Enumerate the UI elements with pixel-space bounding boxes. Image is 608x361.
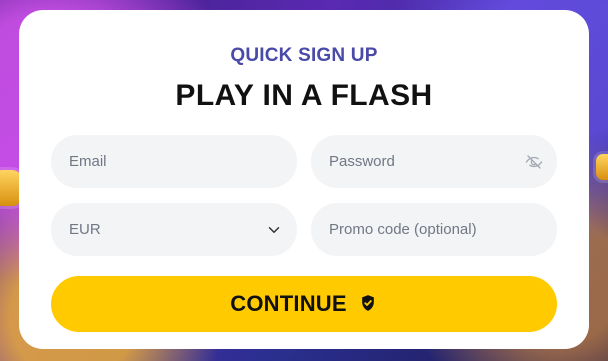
decorative-coin-right (596, 154, 608, 180)
email-field[interactable] (51, 135, 297, 188)
email-input[interactable] (51, 135, 297, 188)
currency-select[interactable]: EUR (51, 203, 297, 256)
promo-code-field[interactable] (311, 203, 557, 256)
password-field[interactable] (311, 135, 557, 188)
password-input[interactable] (311, 135, 557, 188)
eye-off-icon[interactable] (525, 153, 543, 171)
promo-code-input[interactable] (311, 203, 557, 256)
shield-check-icon (358, 293, 378, 316)
continue-button[interactable]: CONTINUE (51, 276, 557, 332)
signup-form-grid: EUR (51, 135, 557, 256)
continue-button-label: CONTINUE (230, 291, 347, 316)
chevron-down-icon[interactable] (265, 221, 283, 239)
signup-card: QUICK SIGN UP PLAY IN A FLASH EUR (19, 10, 589, 349)
signup-title: PLAY IN A FLASH (175, 79, 433, 112)
currency-value: EUR (69, 221, 101, 238)
quick-signup-label: QUICK SIGN UP (230, 45, 378, 66)
